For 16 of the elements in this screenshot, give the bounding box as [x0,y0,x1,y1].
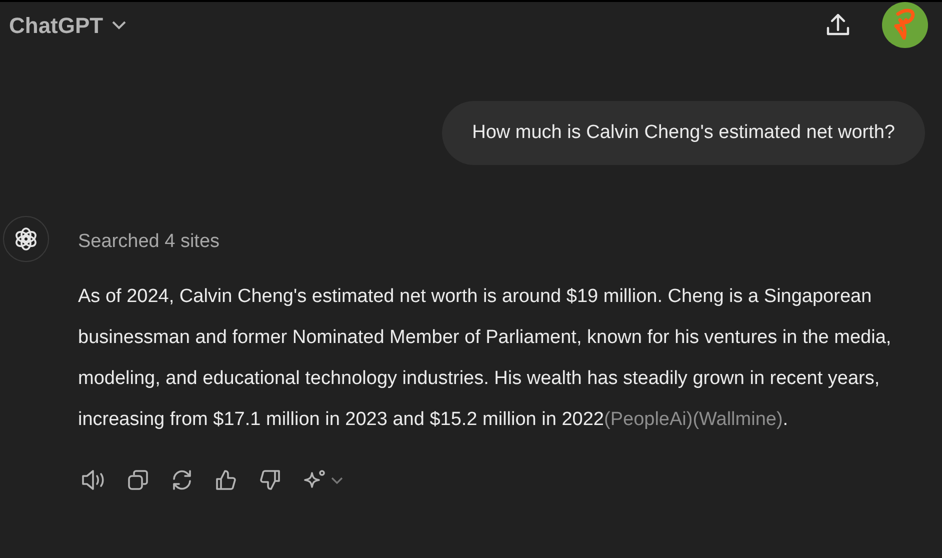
thumbs-down-icon[interactable] [259,468,281,490]
model-selector[interactable]: ChatGPT [9,8,128,42]
copy-icon[interactable] [127,468,149,490]
chevron-down-icon [111,20,128,30]
citation-link[interactable]: (PeopleAi) [604,408,693,430]
search-status[interactable]: Searched 4 sites [78,228,220,256]
user-message: How much is Calvin Cheng's estimated net worth? [442,101,925,165]
chevron-down-icon [330,474,344,484]
speaker-icon[interactable] [81,468,105,490]
thumbs-up-icon[interactable] [215,468,237,490]
model-switch-button[interactable] [303,468,344,490]
citation-link[interactable]: (Wallmine) [692,408,783,430]
avatar[interactable] [882,2,928,48]
answer-paragraph: As of 2024, Calvin Cheng's estimated net worth is around $19 million. Cheng is a Singaporean businessman and former Nominated Member of Parliament, known for his ventures in the media, modeling, and educational technology industries. His wealth has steadily grown in recent years, increasing from $17.1 million in 2023 and $15.2 million in 2022(PeopleAi)(Wallmine). [78,284,892,432]
refresh-icon[interactable] [171,468,193,490]
sparkle-icon [303,468,327,490]
